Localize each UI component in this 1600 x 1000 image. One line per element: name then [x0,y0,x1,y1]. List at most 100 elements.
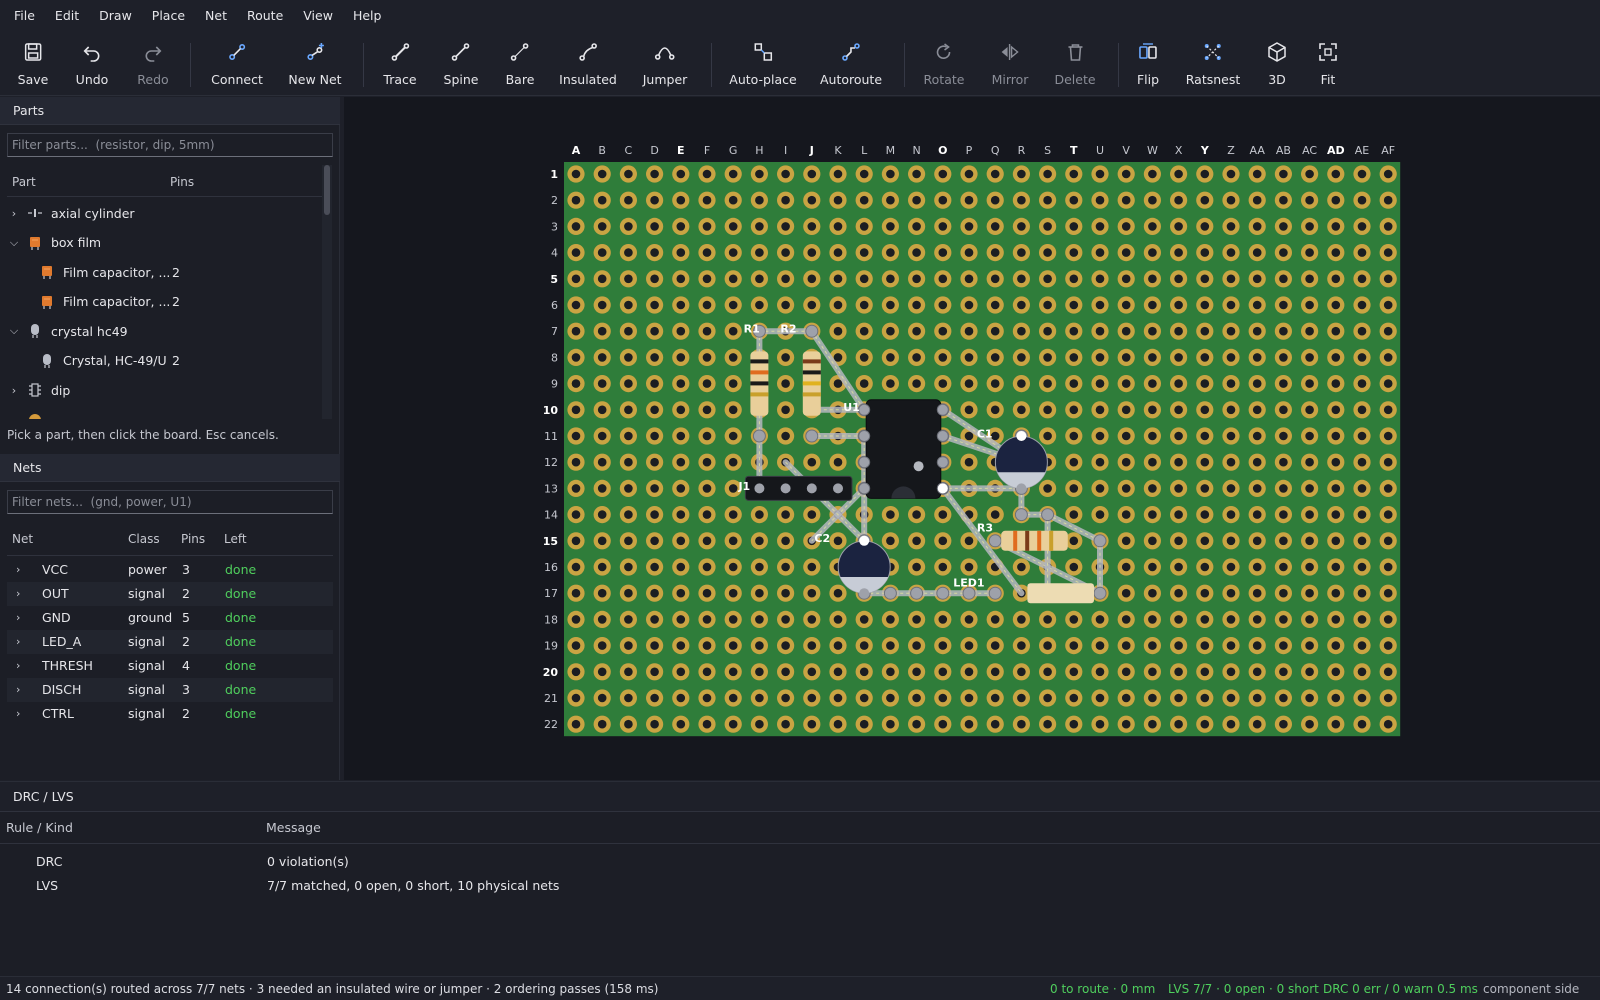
trace-button[interactable]: Trace [383,41,417,91]
chevron-down-icon[interactable]: ⌵ [7,324,21,338]
net-row-disch[interactable]: › DISCH signal 3 done [7,678,333,702]
column-label: C [625,144,633,157]
pad-hole [1200,457,1210,467]
chevron-right-icon[interactable]: › [16,654,20,678]
pad-hole [1226,484,1236,493]
part-item[interactable]: Film capacitor, ... 2 [7,287,322,317]
spine-button[interactable]: Spine [444,41,478,91]
nets-col-net[interactable]: Net [12,532,33,546]
parts-filter-input[interactable] [7,133,333,157]
resistor-band [802,359,821,364]
column-label: T [1070,144,1078,157]
net-row-led-a[interactable]: › LED_A signal 2 done [7,630,333,654]
ratsnest-button[interactable]: Ratsnest [1186,41,1240,91]
resistor-band [750,359,769,364]
pad-hole [1331,457,1341,467]
bare-button[interactable]: Bare [506,41,534,91]
parts-col-part[interactable]: Part [12,175,36,189]
board-canvas[interactable]: A B C D E F G H I J K L M N O P Q R S T U V W X Y Z AA AB AC AD AE AF 1 2… [344,97,1600,780]
rotate-button[interactable]: Rotate [924,41,964,91]
chevron-right-icon[interactable]: › [16,630,20,654]
net-row-vcc[interactable]: › VCC power 3 done [7,558,333,582]
chevron-down-icon[interactable]: ⌵ [7,236,21,250]
part-item[interactable]: Crystal, HC-49/U 2 [7,346,322,376]
pad-hole [1200,248,1210,257]
pad-hole [1279,510,1288,519]
nets-col-class[interactable]: Class [128,532,160,546]
connect-icon [226,41,248,72]
drc-header-divider [0,843,1600,844]
auto-place-button[interactable]: Auto-place [729,41,797,91]
pad-hole [1148,562,1157,572]
drc-row[interactable]: DRC 0 violation(s) [0,850,1600,874]
pad-hole [597,719,607,729]
menu-net[interactable]: Net [195,0,237,31]
part-category[interactable]: › dip [7,375,322,405]
column-label: B [598,144,606,157]
menu-place[interactable]: Place [142,0,195,31]
pad-hole [1043,353,1052,362]
pad-hole [1279,457,1288,467]
part-category[interactable]: ⌵ box film [7,228,322,258]
nets-col-pins[interactable]: Pins [181,532,205,546]
jumper-button[interactable]: Jumper [643,41,687,91]
pad-hole [1383,353,1393,362]
menu-help[interactable]: Help [343,0,392,31]
parts-col-pins[interactable]: Pins [170,175,194,189]
pad-hole [781,431,790,441]
autoroute-button[interactable]: Autoroute [820,41,882,91]
menu-view[interactable]: View [293,0,343,31]
menu-file[interactable]: File [4,0,45,31]
pad-hole [571,195,581,205]
save-button[interactable]: Save [18,41,48,91]
insulated-button[interactable]: Insulated [559,41,617,91]
net-row-ctrl[interactable]: › CTRL signal 2 done [7,702,333,726]
menu-route[interactable]: Route [237,0,293,31]
new-net-button[interactable]: New Net [288,41,342,91]
chevron-right-icon[interactable]: › [16,582,20,606]
chevron-right-icon[interactable]: › [7,384,21,397]
net-pins: 3 [182,562,190,577]
part-category[interactable]: ⌵ crystal hc49 [7,316,322,346]
fit-button[interactable]: Fit [1317,41,1339,91]
part-item[interactable]: Film capacitor, ... 2 [7,257,322,287]
pad-hole [1148,719,1157,729]
used-pad [752,429,766,443]
nets-filter-input[interactable] [7,490,333,514]
connect-button[interactable]: Connect [211,41,263,91]
drc-col-rule[interactable]: Rule / Kind [6,820,73,835]
parts-scrollbar[interactable] [322,165,332,419]
pad-hole [781,693,790,703]
pad-hole [886,615,895,624]
chevron-right-icon[interactable]: › [7,207,21,220]
chevron-right-icon[interactable]: › [16,702,20,726]
part-category-partial[interactable] [7,405,322,419]
menu-edit[interactable]: Edit [45,0,89,31]
flip-button[interactable]: Flip [1137,41,1159,91]
net-row-gnd[interactable]: › GND ground 5 done [7,606,333,630]
pad-hole [859,693,869,703]
chevron-right-icon[interactable]: › [16,558,20,582]
drc-col-message[interactable]: Message [266,820,321,835]
chevron-right-icon[interactable]: › [16,678,20,702]
net-row-out[interactable]: › OUT signal 2 done [7,582,333,606]
pad-hole [990,379,1000,388]
nets-col-left[interactable]: Left [224,532,247,546]
drc-row[interactable]: LVS 7/7 matched, 0 open, 0 short, 10 phy… [0,874,1600,898]
3d-button[interactable]: 3D [1266,41,1288,91]
chevron-right-icon[interactable]: › [16,606,20,630]
menu-draw[interactable]: Draw [89,0,142,31]
mirror-button[interactable]: Mirror [992,41,1028,91]
pad-hole [624,248,633,257]
pad-hole [571,510,581,519]
pad-hole [676,353,686,362]
parts-scrollbar-thumb[interactable] [324,165,330,215]
pad-hole [1069,274,1079,284]
toolbar-separator [711,43,712,87]
stripboard-view[interactable]: A B C D E F G H I J K L M N O P Q R S T U V W X Y Z AA AB AC AD AE AF12… [344,97,1600,780]
net-row-thresh[interactable]: › THRESH signal 4 done [7,654,333,678]
redo-button[interactable]: Redo [137,41,169,91]
delete-button[interactable]: Delete [1054,41,1096,91]
undo-button[interactable]: Undo [76,41,108,91]
part-category[interactable]: › axial cylinder [7,198,322,228]
